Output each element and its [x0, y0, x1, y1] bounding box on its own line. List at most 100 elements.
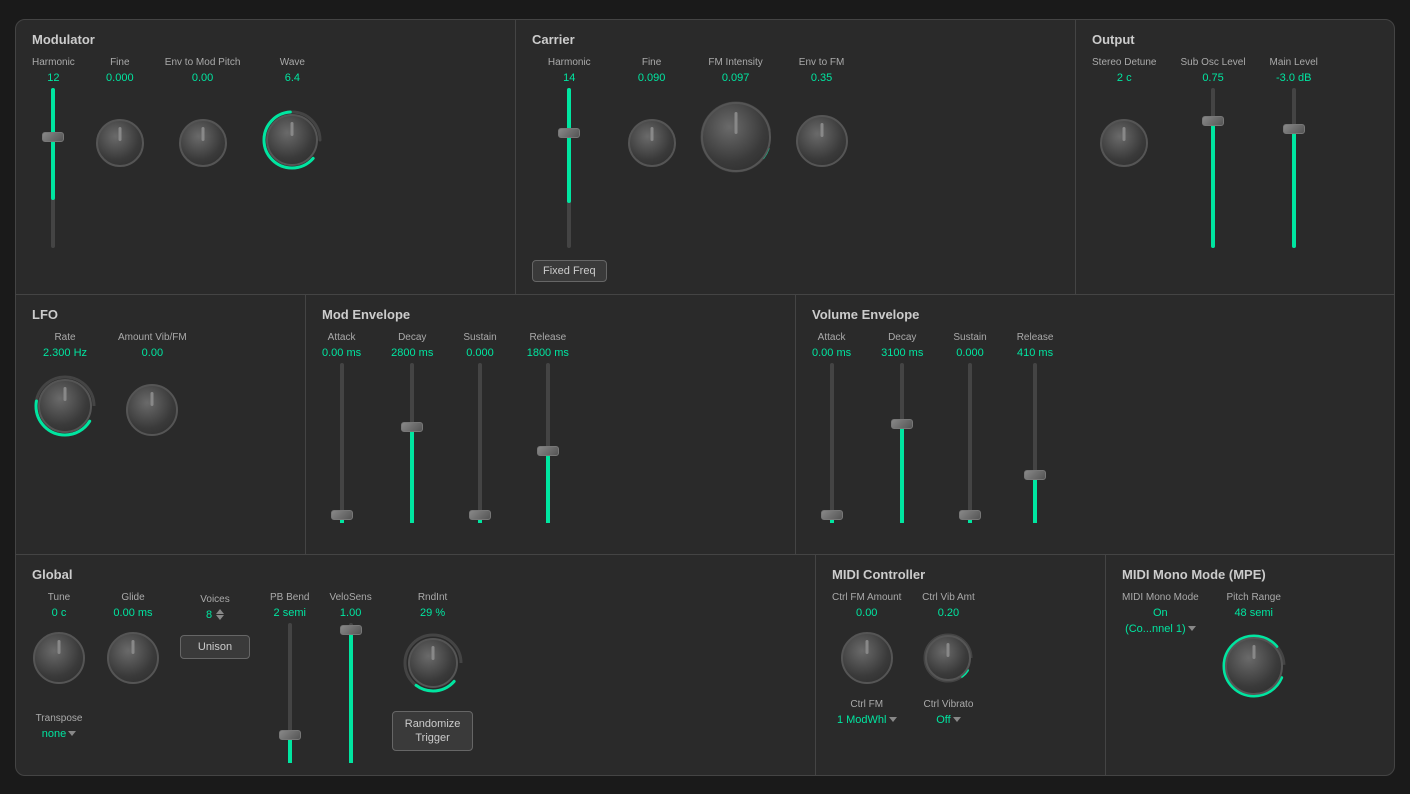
modulator-content: Harmonic 12 Fine 0.000 — [32, 57, 499, 248]
ctrl-vibrato-dropdown[interactable]: Off — [936, 714, 960, 726]
pitch-range-knob[interactable] — [1219, 631, 1289, 701]
stereo-detune-knob[interactable] — [1099, 118, 1149, 168]
sub-osc-group: Sub Osc Level 0.75 — [1181, 57, 1246, 248]
carrier-fine-knob[interactable] — [627, 118, 677, 168]
tune-knob[interactable] — [32, 631, 86, 685]
voices-stepper[interactable] — [216, 609, 224, 620]
midi-mono-channel-dropdown[interactable]: (Co...nnel 1) — [1125, 623, 1196, 635]
env-mod-value: 0.00 — [192, 72, 213, 84]
carrier-harmonic-label: Harmonic — [548, 57, 591, 68]
carrier-harmonic-slider[interactable] — [567, 88, 571, 248]
stereo-detune-group: Stereo Detune 2 c — [1092, 57, 1157, 168]
mod-attack-group: Attack 0.00 ms — [322, 332, 361, 523]
carrier-panel: Carrier Harmonic 14 Fixed Freq — [516, 20, 1076, 294]
velo-sens-group: VeloSens 1.00 — [329, 592, 371, 763]
voices-down-arrow-icon[interactable] — [216, 615, 224, 620]
unison-button[interactable]: Unison — [180, 635, 250, 659]
mod-decay-group: Decay 2800 ms — [391, 332, 433, 523]
mod-env-content: Attack 0.00 ms Decay 2800 ms — [322, 332, 779, 523]
main-level-slider[interactable] — [1292, 88, 1296, 248]
ctrl-vibrato-label: Ctrl Vibrato — [924, 699, 974, 710]
vol-decay-value: 3100 ms — [881, 347, 923, 359]
midi-mono-channel-arrow-icon[interactable] — [1188, 626, 1196, 631]
lfo-rate-label: Rate — [54, 332, 75, 343]
glide-knob[interactable] — [106, 631, 160, 685]
voices-up-arrow-icon[interactable] — [216, 609, 224, 614]
pb-bend-slider[interactable] — [288, 623, 292, 763]
ctrl-fm-amt-value: 0.00 — [856, 607, 877, 619]
sub-osc-value: 0.75 — [1202, 72, 1223, 84]
glide-value: 0.00 ms — [113, 607, 152, 619]
pitch-range-label: Pitch Range — [1226, 592, 1280, 603]
carrier-harmonic-group: Harmonic 14 Fixed Freq — [532, 57, 607, 282]
harmonic-slider[interactable] — [51, 88, 55, 248]
main-level-group: Main Level -3.0 dB — [1270, 57, 1318, 248]
fine-group: Fine 0.000 — [95, 57, 145, 168]
output-title: Output — [1092, 32, 1378, 47]
transpose-arrow-icon[interactable] — [68, 731, 76, 736]
randomize-button[interactable]: RandomizeTrigger — [392, 711, 474, 752]
vol-sustain-slider[interactable] — [968, 363, 972, 523]
lfo-amount-knob[interactable] — [125, 383, 179, 437]
fm-intensity-knob[interactable] — [697, 98, 775, 176]
mod-env-title: Mod Envelope — [322, 307, 779, 322]
global-title: Global — [32, 567, 799, 582]
wave-knob[interactable] — [260, 108, 324, 172]
ctrl-vib-amt-label: Ctrl Vib Amt — [922, 592, 975, 603]
sub-osc-slider[interactable] — [1211, 88, 1215, 248]
env-fm-knob[interactable] — [795, 114, 849, 168]
fine-knob[interactable] — [95, 118, 145, 168]
lfo-rate-knob[interactable] — [32, 373, 98, 439]
voices-label: Voices — [200, 594, 229, 605]
harmonic-label: Harmonic — [32, 57, 75, 68]
transpose-dropdown[interactable]: none — [42, 728, 76, 740]
global-panel: Global Tune 0 c Transpose none — [16, 555, 816, 775]
ctrl-vib-amt-knob[interactable] — [921, 631, 975, 685]
ctrl-vibrato-arrow-icon[interactable] — [953, 717, 961, 722]
ctrl-fm-amt-knob[interactable] — [840, 631, 894, 685]
vol-decay-group: Decay 3100 ms — [881, 332, 923, 523]
fine-value: 0.000 — [106, 72, 134, 84]
ctrl-fm-arrow-icon[interactable] — [889, 717, 897, 722]
mod-attack-label: Attack — [328, 332, 356, 343]
midi-controller-panel: MIDI Controller Ctrl FM Amount 0.00 Ctrl… — [816, 555, 1106, 775]
midi-mono-panel: MIDI Mono Mode (MPE) MIDI Mono Mode On (… — [1106, 555, 1394, 775]
lfo-amount-group: Amount Vib/FM 0.00 — [118, 332, 187, 437]
row-1: Modulator Harmonic 12 Fine 0.0 — [16, 20, 1394, 295]
harmonic-group: Harmonic 12 — [32, 57, 75, 248]
stereo-detune-value: 2 c — [1117, 72, 1132, 84]
mod-sustain-group: Sustain 0.000 — [463, 332, 496, 523]
stereo-detune-label: Stereo Detune — [1092, 57, 1157, 68]
wave-label: Wave — [280, 57, 305, 68]
velo-sens-slider[interactable] — [349, 623, 353, 763]
lfo-rate-value: 2.300 Hz — [43, 347, 87, 359]
vol-release-group: Release 410 ms — [1017, 332, 1054, 523]
vol-attack-slider[interactable] — [830, 363, 834, 523]
voices-control[interactable]: 8 — [206, 609, 224, 621]
vol-release-slider[interactable] — [1033, 363, 1037, 523]
mod-decay-slider[interactable] — [410, 363, 414, 523]
rnd-int-knob[interactable] — [401, 631, 465, 695]
vol-attack-label: Attack — [818, 332, 846, 343]
env-mod-pitch-knob[interactable] — [178, 118, 228, 168]
fixed-freq-button[interactable]: Fixed Freq — [532, 260, 607, 282]
modulator-panel: Modulator Harmonic 12 Fine 0.0 — [16, 20, 516, 294]
ctrl-vib-amt-value: 0.20 — [938, 607, 959, 619]
volume-envelope-panel: Volume Envelope Attack 0.00 ms Decay — [796, 295, 1394, 554]
pb-bend-label: PB Bend — [270, 592, 309, 603]
ctrl-fm-dropdown[interactable]: 1 ModWhl — [837, 714, 897, 726]
carrier-fine-group: Fine 0.090 — [627, 57, 677, 168]
velo-sens-value: 1.00 — [340, 607, 361, 619]
rnd-int-group: RndInt 29 % RandomizeTrigger — [392, 592, 474, 752]
mod-attack-slider[interactable] — [340, 363, 344, 523]
mod-release-slider[interactable] — [546, 363, 550, 523]
sub-osc-label: Sub Osc Level — [1181, 57, 1246, 68]
vol-decay-slider[interactable] — [900, 363, 904, 523]
pb-bend-group: PB Bend 2 semi — [270, 592, 309, 763]
env-fm-value: 0.35 — [811, 72, 832, 84]
mod-sustain-slider[interactable] — [478, 363, 482, 523]
wave-group: Wave 6.4 — [260, 57, 324, 172]
fine-label: Fine — [110, 57, 129, 68]
carrier-content: Harmonic 14 Fixed Freq Fine 0.090 — [532, 57, 1059, 282]
env-mod-pitch-group: Env to Mod Pitch 0.00 — [165, 57, 241, 168]
